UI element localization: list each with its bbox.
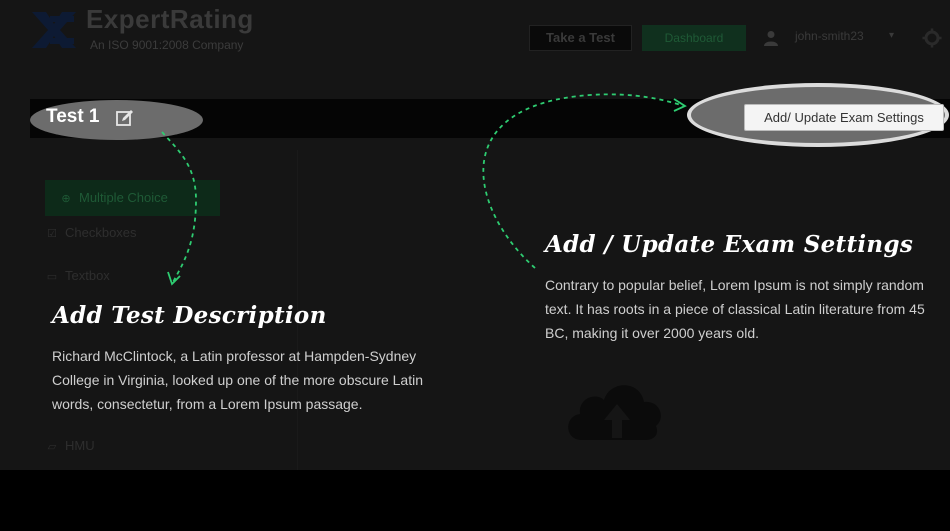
settings-arrowhead [673,98,687,112]
description-hint-heading: Add Test Description [52,302,327,329]
settings-hint-body: Contrary to popular belief, Lorem Ipsum … [545,277,925,341]
settings-hint-heading: Add / Update Exam Settings [545,231,914,258]
description-hint-body: Richard McClintock, a Latin professor at… [52,348,423,412]
description-arrow [161,131,197,285]
